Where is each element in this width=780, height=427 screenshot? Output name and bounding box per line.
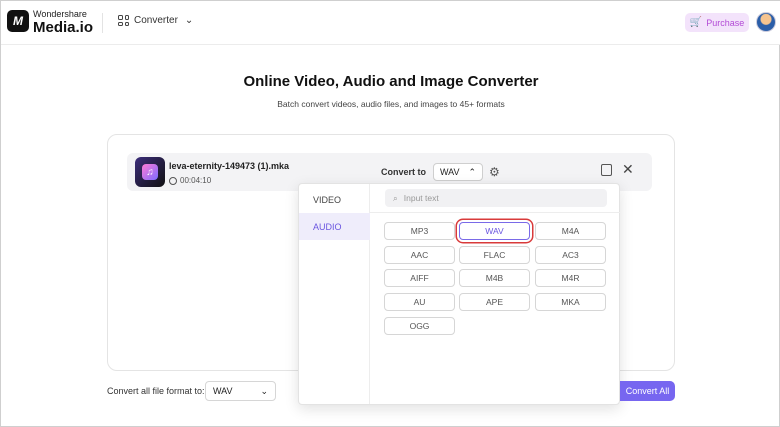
format-dropdown: VIDEO AUDIO ⌕ Input text MP3 WAV M4A AAC… [298,183,620,405]
format-option-wav[interactable]: WAV [459,222,530,240]
close-icon[interactable]: ✕ [622,161,634,178]
file-duration-text: 00:04:10 [180,176,212,185]
format-option-aac[interactable]: AAC [384,246,455,264]
mediaio-logo[interactable]: M [7,10,29,32]
format-option-m4r[interactable]: M4R [535,269,606,287]
convert-all-format-label: Convert all file format to: [107,386,205,396]
format-select[interactable]: WAV ⌃ [433,163,483,181]
format-option-m4a[interactable]: M4A [535,222,606,240]
avatar[interactable] [756,12,776,32]
brand-name-text: Media.io [33,19,94,36]
tab-video[interactable]: VIDEO [299,186,370,213]
chevron-up-icon: ⌃ [468,166,476,177]
format-option-ac3[interactable]: AC3 [535,246,606,264]
tab-audio[interactable]: AUDIO [299,213,370,240]
cart-icon: 🛒 [689,17,703,28]
page-subtitle: Batch convert videos, audio files, and i… [277,99,505,109]
format-option-au[interactable]: AU [384,293,455,311]
brand[interactable]: Wondershare Media.io [33,9,94,36]
format-option-mp3[interactable]: MP3 [384,222,455,240]
gear-icon[interactable]: ⚙ [489,165,500,179]
app-window: M Wondershare Media.io Converter ⌄ 🛒 Pur… [0,0,780,427]
format-option-m4b[interactable]: M4B [459,269,530,287]
apps-grid-icon [118,15,129,26]
converter-menu-label: Converter [134,15,178,26]
format-option-ape[interactable]: APE [459,293,530,311]
file-thumbnail: ♫ [135,157,165,187]
convert-all-format-value: WAV [213,386,233,396]
format-option-mka[interactable]: MKA [535,293,606,311]
file-name: leva-eternity-149473 (1).mka [169,161,290,171]
purchase-label: Purchase [706,17,745,28]
convert-all-format-select[interactable]: WAV ⌄ [205,381,276,401]
file-duration: 00:04:10 [169,176,211,185]
chevron-down-icon: ⌄ [260,385,268,396]
brand-top-text: Wondershare [33,9,87,19]
format-option-flac[interactable]: FLAC [459,246,530,264]
format-option-ogg[interactable]: OGG [384,317,455,335]
search-placeholder: Input text [403,193,439,203]
clock-icon [169,176,177,185]
convert-to-label: Convert to [381,167,426,177]
format-search[interactable]: ⌕ Input text [385,189,607,207]
edit-icon[interactable] [601,164,612,176]
format-category-sidebar: VIDEO AUDIO [299,184,370,404]
chevron-down-icon: ⌄ [184,15,194,26]
search-icon: ⌕ [393,192,398,203]
format-option-aiff[interactable]: AIFF [384,269,455,287]
header-divider [102,13,103,33]
purchase-button[interactable]: 🛒 Purchase [685,13,749,32]
converter-menu[interactable]: Converter ⌄ [118,15,193,26]
dropdown-divider [370,212,620,213]
convert-all-button[interactable]: Convert All [620,381,675,401]
format-select-value: WAV [440,167,460,177]
top-header: M Wondershare Media.io Converter ⌄ 🛒 Pur… [1,1,780,45]
page-title: Online Video, Audio and Image Converter [243,73,539,90]
music-note-icon: ♫ [142,164,158,180]
